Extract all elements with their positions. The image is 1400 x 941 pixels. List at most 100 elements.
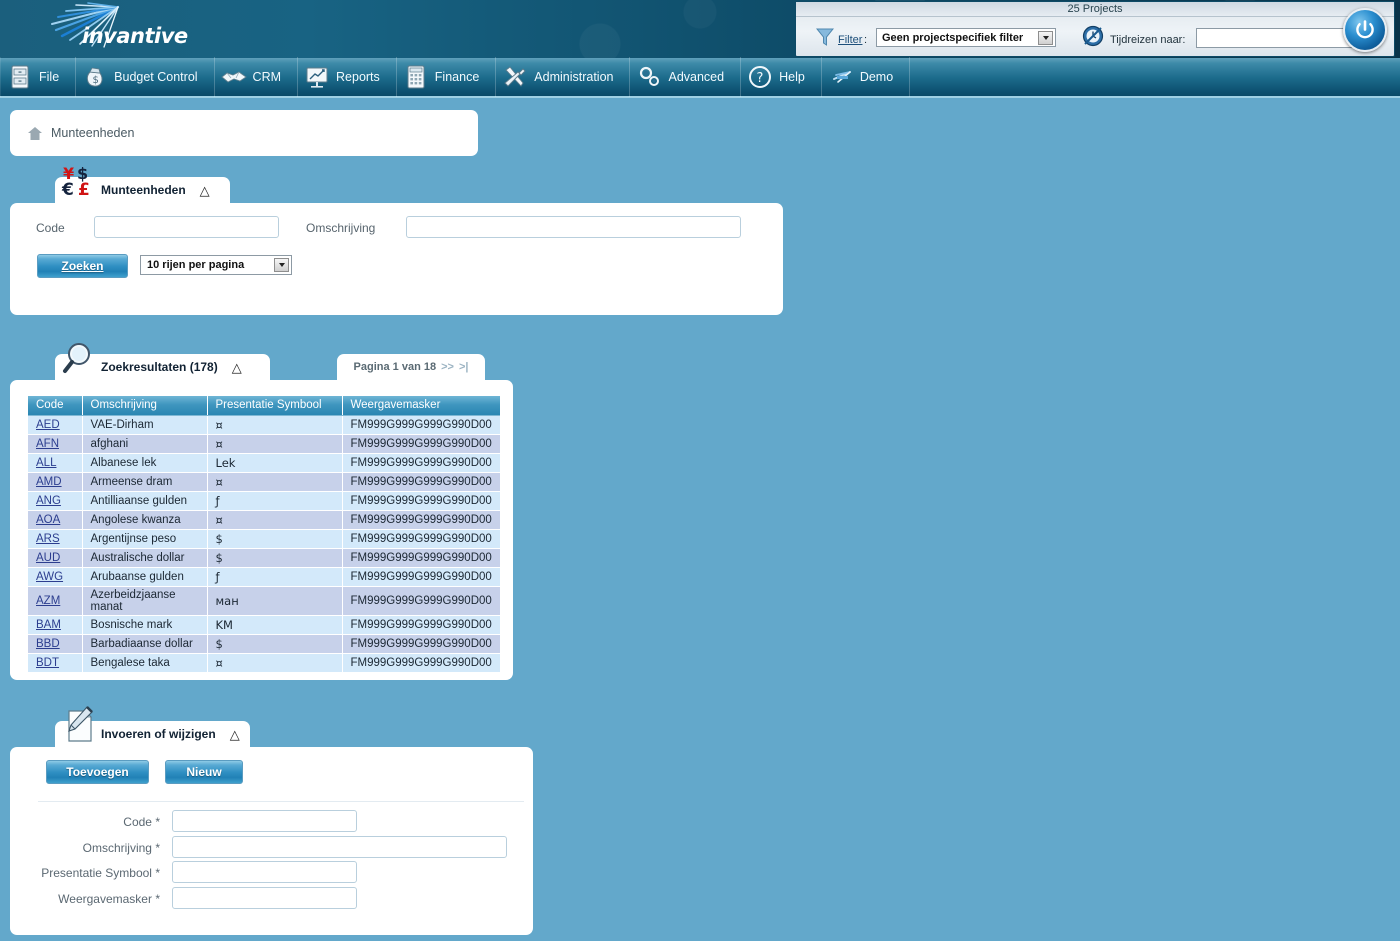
chevron-down-icon[interactable] bbox=[274, 258, 289, 272]
breadcrumb-label[interactable]: Munteenheden bbox=[51, 126, 134, 140]
row-code-link[interactable]: AZM bbox=[36, 595, 60, 607]
menu-item-advanced[interactable]: Advanced bbox=[630, 57, 741, 97]
cell-code: ARS bbox=[28, 529, 82, 548]
home-icon[interactable] bbox=[28, 127, 42, 140]
cell-code: AFN bbox=[28, 434, 82, 453]
pagination-last-button[interactable]: >| bbox=[459, 361, 469, 373]
form-label-omschrijving: Omschrijving * bbox=[30, 841, 160, 855]
table-row[interactable]: ALLAlbanese lekLekFM999G999G999G990D00 bbox=[28, 453, 500, 472]
cell-weergavemasker: FM999G999G999G990D00 bbox=[342, 615, 500, 634]
brand-logo[interactable]: invantive bbox=[30, 2, 190, 56]
cell-weergavemasker: FM999G999G999G990D00 bbox=[342, 472, 500, 491]
menu-item-crm[interactable]: CRM bbox=[215, 57, 298, 97]
column-header-presentatie-symbool[interactable]: Presentatie Symbool bbox=[207, 396, 342, 415]
table-row[interactable]: AWGArubaanse guldenƒFM999G999G999G990D00 bbox=[28, 567, 500, 586]
table-row[interactable]: BBDBarbadiaanse dollar$FM999G999G999G990… bbox=[28, 634, 500, 653]
cell-code: BBD bbox=[28, 634, 82, 653]
add-button[interactable]: Toevoegen bbox=[46, 760, 149, 784]
results-panel: Code Omschrijving Presentatie Symbool We… bbox=[10, 380, 513, 680]
rows-per-page-value: 10 rijen per pagina bbox=[147, 259, 244, 271]
power-button[interactable] bbox=[1343, 8, 1387, 52]
cell-code: ANG bbox=[28, 491, 82, 510]
row-code-link[interactable]: BAM bbox=[36, 619, 61, 631]
row-code-link[interactable]: AUD bbox=[36, 552, 60, 564]
menu-item-budget-control[interactable]: $ Budget Control bbox=[76, 57, 214, 97]
menu-item-finance[interactable]: Finance bbox=[397, 57, 496, 97]
table-row[interactable]: AZMAzerbeidzjaanse manatманFM999G999G999… bbox=[28, 586, 500, 615]
cell-weergavemasker: FM999G999G999G990D00 bbox=[342, 491, 500, 510]
table-row[interactable]: AEDVAE-Dirham¤FM999G999G999G990D00 bbox=[28, 415, 500, 434]
row-code-link[interactable]: AOA bbox=[36, 514, 60, 526]
form-input-presentatie-symbool[interactable] bbox=[172, 861, 357, 883]
search-omschrijving-input[interactable] bbox=[406, 216, 741, 238]
brand-name: invantive bbox=[82, 24, 188, 48]
row-code-link[interactable]: ALL bbox=[36, 457, 56, 469]
menu-item-administration[interactable]: Administration bbox=[496, 57, 630, 97]
clock-icon bbox=[1082, 25, 1104, 47]
row-code-link[interactable]: AWG bbox=[36, 571, 63, 583]
rows-per-page-select[interactable]: 10 rijen per pagina bbox=[140, 255, 292, 275]
menu-label-demo: Demo bbox=[860, 70, 899, 84]
project-filter-value: Geen projectspecifiek filter bbox=[882, 32, 1023, 44]
menu-item-file[interactable]: File bbox=[0, 57, 76, 97]
table-row[interactable]: ANGAntilliaanse guldenƒFM999G999G999G990… bbox=[28, 491, 500, 510]
chevron-up-icon[interactable]: △ bbox=[230, 728, 240, 741]
table-row[interactable]: AUDAustralische dollar$FM999G999G999G990… bbox=[28, 548, 500, 567]
row-code-link[interactable]: AFN bbox=[36, 438, 59, 450]
results-panel-tab[interactable]: Zoekresultaten (178) △ bbox=[55, 354, 270, 380]
svg-text:€: € bbox=[61, 180, 74, 200]
pagination-next-button[interactable]: >> bbox=[441, 361, 454, 373]
cell-code: BDT bbox=[28, 653, 82, 672]
add-button-label: Toevoegen bbox=[66, 765, 128, 779]
search-button[interactable]: Zoeken bbox=[37, 254, 128, 278]
filter-link[interactable]: Filter bbox=[838, 34, 862, 46]
project-filter-select[interactable]: Geen projectspecifiek filter bbox=[876, 28, 1056, 47]
form-input-code[interactable] bbox=[172, 810, 357, 832]
cell-presentatie-symbool: $ bbox=[207, 529, 342, 548]
row-code-link[interactable]: ARS bbox=[36, 533, 60, 545]
chevron-down-icon[interactable] bbox=[1038, 31, 1053, 45]
row-code-link[interactable]: BBD bbox=[36, 638, 60, 650]
edit-panel-tab[interactable]: Invoeren of wijzigen △ bbox=[55, 721, 250, 747]
column-header-omschrijving[interactable]: Omschrijving bbox=[82, 396, 207, 415]
menu-item-demo[interactable]: Demo bbox=[822, 57, 910, 97]
table-row[interactable]: AFNafghani¤FM999G999G999G990D00 bbox=[28, 434, 500, 453]
funnel-icon bbox=[816, 27, 834, 47]
row-code-link[interactable]: BDT bbox=[36, 657, 59, 669]
chevron-up-icon[interactable]: △ bbox=[232, 361, 242, 374]
row-code-link[interactable]: AMD bbox=[36, 476, 62, 488]
document-pencil-icon bbox=[61, 705, 99, 745]
search-panel: Code Omschrijving Zoeken 10 rijen per pa… bbox=[10, 203, 783, 315]
timetravel-input[interactable] bbox=[1196, 28, 1361, 48]
cell-code: AED bbox=[28, 415, 82, 434]
cell-omschrijving: afghani bbox=[82, 434, 207, 453]
menu-item-help[interactable]: ? Help bbox=[741, 57, 822, 97]
table-row[interactable]: AOAAngolese kwanza¤FM999G999G999G990D00 bbox=[28, 510, 500, 529]
cell-weergavemasker: FM999G999G999G990D00 bbox=[342, 415, 500, 434]
column-header-weergavemasker[interactable]: Weergavemasker bbox=[342, 396, 500, 415]
cell-weergavemasker: FM999G999G999G990D00 bbox=[342, 567, 500, 586]
new-button[interactable]: Nieuw bbox=[165, 760, 243, 784]
cell-presentatie-symbool: ман bbox=[207, 586, 342, 615]
row-code-link[interactable]: ANG bbox=[36, 495, 61, 507]
cell-code: AOA bbox=[28, 510, 82, 529]
table-row[interactable]: BDTBengalese taka¤FM999G999G999G990D00 bbox=[28, 653, 500, 672]
column-header-code[interactable]: Code bbox=[28, 396, 82, 415]
currency-symbols-icon: ¥ $ € £ bbox=[61, 161, 99, 201]
cell-omschrijving: Arubaanse gulden bbox=[82, 567, 207, 586]
search-button-label: Zoeken bbox=[61, 259, 103, 273]
table-row[interactable]: ARSArgentijnse peso$FM999G999G999G990D00 bbox=[28, 529, 500, 548]
chevron-up-icon[interactable]: △ bbox=[200, 184, 210, 197]
search-code-input[interactable] bbox=[94, 216, 279, 238]
tools-icon bbox=[502, 64, 528, 90]
calculator-icon bbox=[403, 64, 429, 90]
form-input-weergavemasker[interactable] bbox=[172, 887, 357, 909]
svg-text:?: ? bbox=[757, 71, 764, 86]
row-code-link[interactable]: AED bbox=[36, 419, 60, 431]
search-panel-tab[interactable]: ¥ $ € £ Munteenheden △ bbox=[55, 177, 230, 203]
form-input-omschrijving[interactable] bbox=[172, 836, 507, 858]
table-row[interactable]: AMDArmeense dram¤FM999G999G999G990D00 bbox=[28, 472, 500, 491]
menu-item-reports[interactable]: Reports bbox=[298, 57, 397, 97]
table-row[interactable]: BAMBosnische markKMFM999G999G999G990D00 bbox=[28, 615, 500, 634]
search-code-label: Code bbox=[36, 221, 65, 235]
